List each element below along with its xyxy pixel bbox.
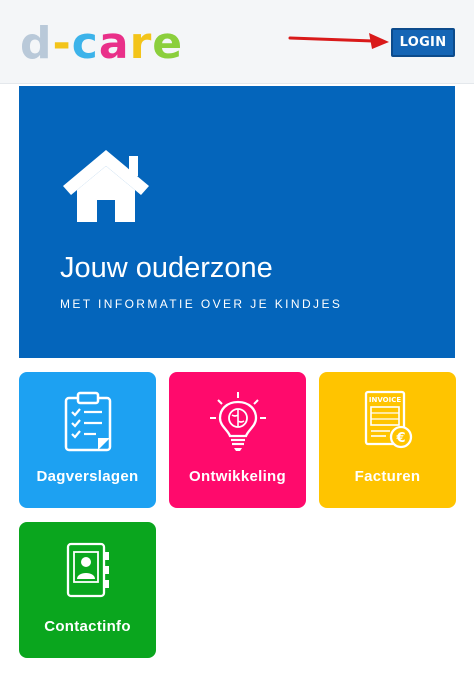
- tile-facturen[interactable]: INVOICE € Facturen: [319, 372, 456, 508]
- logo-letter: d: [20, 18, 53, 69]
- tile-label: Ontwikkeling: [189, 468, 286, 485]
- red-arrow-icon: [288, 33, 389, 49]
- tile-label: Dagverslagen: [36, 468, 139, 485]
- svg-text:€: €: [395, 431, 405, 446]
- logo[interactable]: d-care: [20, 14, 220, 74]
- tile-contactinfo[interactable]: Contactinfo: [19, 522, 156, 658]
- tile-label: Contactinfo: [44, 618, 131, 635]
- logo-letter: e: [152, 18, 184, 69]
- invoice-label: INVOICE: [368, 396, 400, 404]
- login-button[interactable]: LOGIN: [391, 28, 455, 57]
- logo-letter: c: [71, 18, 99, 69]
- tile-ontwikkeling[interactable]: Ontwikkeling: [169, 372, 306, 508]
- tile-icon-wrap: INVOICE €: [319, 390, 456, 454]
- logo-letter: a: [98, 18, 130, 69]
- logo-text: d-care: [20, 14, 183, 74]
- hero-title: Jouw ouderzone: [60, 252, 273, 284]
- tile-icon-wrap: [19, 390, 156, 454]
- invoice-euro-icon: INVOICE €: [364, 390, 412, 449]
- hero-subtitle: MET INFORMATIE OVER JE KINDJES: [60, 297, 343, 311]
- logo-letter: -: [52, 18, 72, 69]
- tile-dagverslagen[interactable]: Dagverslagen: [19, 372, 156, 508]
- header: d-care LOGIN: [0, 0, 474, 84]
- tile-icon-wrap: [19, 540, 156, 604]
- hero-banner[interactable]: Jouw ouderzone MET INFORMATIE OVER JE KI…: [19, 86, 455, 358]
- clipboard-checklist-icon: [64, 391, 111, 452]
- logo-letter: r: [129, 18, 153, 69]
- address-book-icon: [66, 542, 109, 598]
- tile-label: Facturen: [354, 468, 421, 485]
- tile-icon-wrap: [169, 390, 306, 454]
- home-icon: [63, 150, 149, 222]
- lightbulb-brain-icon: [209, 392, 266, 451]
